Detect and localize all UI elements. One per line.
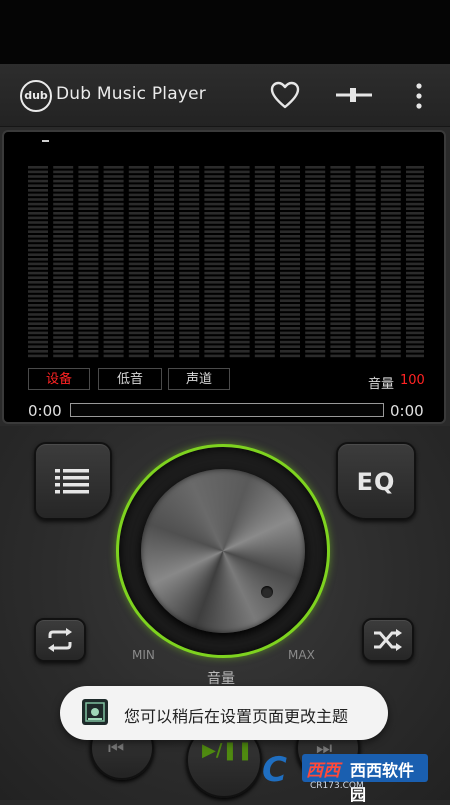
- spectrum-bar: [154, 166, 174, 358]
- spectrum-bar: [406, 166, 424, 358]
- tab-device[interactable]: 设备: [28, 368, 90, 390]
- tab-bass[interactable]: 低音: [98, 368, 162, 390]
- peak-marker: [42, 140, 49, 142]
- repeat-icon: [48, 628, 72, 652]
- previous-icon: ⏮: [108, 738, 125, 759]
- equalizer-slider-icon[interactable]: [334, 85, 374, 105]
- watermark-banner: 西西 西西软件园: [302, 754, 428, 804]
- app-title: Dub Music Player: [56, 84, 206, 104]
- more-vert-icon[interactable]: [412, 82, 426, 110]
- repeat-button[interactable]: [34, 618, 86, 662]
- spectrum-bar: [380, 166, 401, 358]
- toast-notification: 您可以稍后在设置页面更改主题: [60, 686, 388, 740]
- watermark-logo: C: [262, 750, 287, 790]
- spectrum-bar: [305, 166, 326, 358]
- volume-knob-ring: [116, 444, 330, 658]
- equalizer-button[interactable]: EQ: [336, 442, 416, 520]
- status-bar: [0, 0, 450, 64]
- spectrum-bar: [53, 166, 74, 358]
- playlist-button[interactable]: [34, 442, 112, 520]
- heart-icon[interactable]: [270, 81, 300, 109]
- spectrum-bar: [78, 166, 99, 358]
- spectrum-bar: [330, 166, 351, 358]
- spectrum-bar: [103, 166, 124, 358]
- spectrum-bar: [128, 166, 149, 358]
- tab-channel[interactable]: 声道: [168, 368, 230, 390]
- playlist-icon: [55, 469, 89, 494]
- watermark-site: CR173.COM: [310, 781, 364, 791]
- toast-message: 您可以稍后在设置页面更改主题: [124, 707, 349, 726]
- app-theme-icon: [82, 699, 108, 725]
- spectrum-bar: [229, 166, 250, 358]
- control-panel: EQ MIN MAX 音量 ⏮ ▶/❚❚ ⏭: [0, 426, 450, 800]
- spectrum-bar: [355, 166, 376, 358]
- spectrum-bar: [204, 166, 225, 358]
- knob-max-label: MAX: [288, 648, 315, 662]
- volume-knob[interactable]: [141, 469, 305, 633]
- shuffle-icon: [374, 629, 402, 651]
- spectrum-bar: [280, 166, 300, 358]
- spectrum-analyzer: [28, 166, 424, 358]
- time-total: 0:00: [390, 402, 424, 420]
- watermark-badge: 西西: [306, 761, 340, 781]
- watermark: C 西西 西西软件园 CR173.COM: [262, 748, 432, 804]
- knob-indicator: [261, 586, 273, 598]
- volume-label: 音量: [368, 377, 395, 392]
- spectrum-bar: [254, 166, 275, 358]
- time-current: 0:00: [28, 402, 62, 420]
- app-logo: dub: [20, 80, 52, 112]
- seek-bar[interactable]: [70, 403, 384, 417]
- shuffle-button[interactable]: [362, 618, 414, 662]
- visualizer-display: 设备 低音 声道 音量 100 0:00 0:00: [2, 130, 446, 424]
- volume-value: 100: [400, 373, 425, 388]
- knob-label: 音量: [207, 671, 235, 687]
- app-bar: dub Dub Music Player: [0, 64, 450, 127]
- spectrum-bar: [28, 166, 48, 358]
- spectrum-bar: [179, 166, 200, 358]
- play-pause-icon: ▶/❚❚: [202, 740, 253, 761]
- knob-min-label: MIN: [132, 648, 155, 662]
